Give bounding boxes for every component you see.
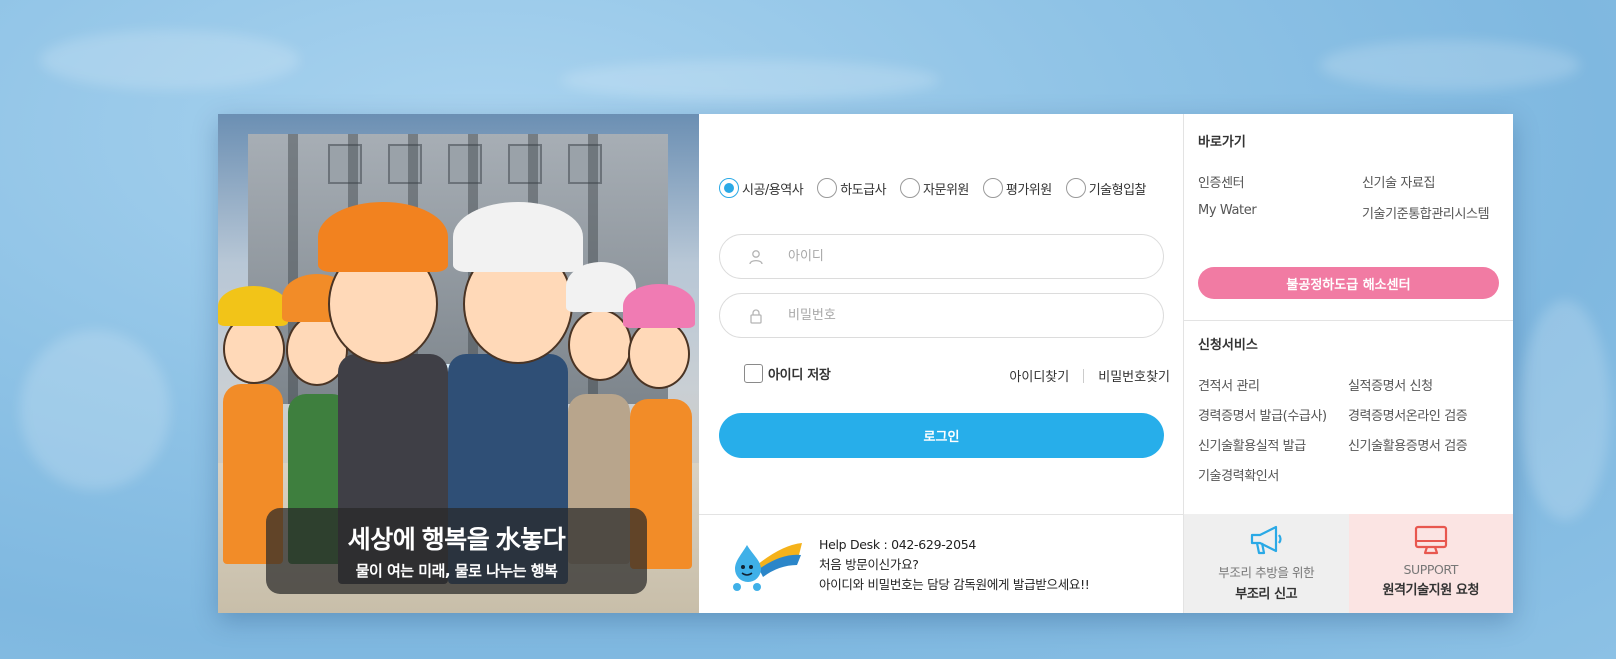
find-id-link[interactable]: 아이디찾기 — [1009, 366, 1069, 385]
side-panel: 바로가기 인증센터 신기술 자료집 My Water 기술기준통합관리시스템 불… — [1184, 114, 1513, 613]
link-performance-cert-request[interactable]: 실적증명서 신청 — [1348, 375, 1433, 394]
link-new-tech-cert-verify[interactable]: 신기술활용증명서 검증 — [1348, 435, 1468, 454]
radio-dot-icon — [1065, 178, 1086, 198]
divider — [1083, 368, 1085, 383]
radio-evaluator[interactable]: 평가위원 — [982, 178, 1052, 198]
radio-label: 자문위원 — [923, 182, 969, 198]
link-my-water[interactable]: My Water — [1198, 203, 1257, 218]
corruption-report-label: 부조리 신고 — [1235, 587, 1298, 602]
divider — [1184, 320, 1513, 321]
radio-dot-icon — [817, 178, 838, 198]
save-id-label: 아이디 저장 — [768, 368, 831, 383]
radio-label: 하도급사 — [840, 182, 887, 198]
megaphone-icon — [1251, 525, 1282, 555]
link-new-tech-data[interactable]: 신기술 자료집 — [1362, 172, 1435, 191]
helpdesk-section: Help Desk : 042-629-2054 처음 방문이신가요? 아이디와… — [699, 514, 1184, 613]
radio-label: 기술형입찰 — [1088, 182, 1147, 198]
password-field[interactable] — [719, 293, 1164, 338]
link-career-cert-verify[interactable]: 경력증명서온라인 검증 — [1348, 405, 1468, 424]
monitor-icon — [1414, 525, 1447, 555]
radio-dot-icon — [982, 178, 1003, 198]
user-type-selector: 시공/용역사 하도급사 자문위원 평가위원 기술형입찰 — [719, 178, 1160, 198]
radio-subcontractor[interactable]: 하도급사 — [817, 178, 887, 198]
radio-dot-icon — [900, 178, 921, 198]
link-new-tech-performance-issue[interactable]: 신기술활용실적 발급 — [1198, 435, 1306, 454]
id-input[interactable] — [788, 249, 1148, 264]
checkbox-icon — [744, 364, 763, 383]
hero-caption: 세상에 행복을 水놓다 물이 여는 미래, 물로 나누는 행복 — [266, 508, 647, 594]
user-icon — [749, 249, 763, 264]
corruption-report-button[interactable]: 부조리 추방을 위한 부조리 신고 — [1184, 514, 1349, 613]
link-cert-center[interactable]: 인증센터 — [1198, 172, 1245, 191]
radio-advisor[interactable]: 자문위원 — [900, 178, 969, 198]
radio-dot-icon — [719, 178, 739, 198]
link-career-cert-issue[interactable]: 경력증명서 발급(수급사) — [1198, 405, 1327, 424]
unfair-subcontract-center-button[interactable]: 불공정하도급 해소센터 — [1198, 267, 1499, 299]
lock-icon — [750, 308, 762, 324]
helpdesk-text: Help Desk : 042-629-2054 처음 방문이신가요? 아이디와… — [819, 535, 1090, 595]
password-input[interactable] — [788, 308, 1148, 323]
water-mascot-icon — [733, 543, 802, 591]
id-field[interactable] — [719, 234, 1164, 279]
hero-subtitle: 물이 여는 미래, 물로 나누는 행복 — [355, 562, 558, 580]
radio-tech-bid[interactable]: 기술형입찰 — [1065, 178, 1147, 198]
link-tech-career-confirmation[interactable]: 기술경력확인서 — [1198, 465, 1279, 484]
login-button[interactable]: 로그인 — [719, 413, 1164, 458]
helpdesk-note: 아이디와 비밀번호는 담당 감독원에게 발급받으세요!! — [819, 577, 1090, 592]
remote-support-label: 원격기술지원 요청 — [1382, 583, 1480, 598]
hero-illustration: 세상에 행복을 水놓다 물이 여는 미래, 물로 나누는 행복 — [218, 114, 699, 613]
services-title: 신청서비스 — [1198, 338, 1258, 353]
corruption-report-sub: 부조리 추방을 위한 — [1218, 565, 1315, 580]
remote-support-sub: SUPPORT — [1403, 562, 1459, 577]
hero-title: 세상에 행복을 水놓다 — [347, 526, 566, 554]
save-id-checkbox[interactable]: 아이디 저장 — [744, 364, 831, 383]
link-tech-standards-system[interactable]: 기술기준통합관리시스템 — [1362, 203, 1490, 222]
radio-contractor[interactable]: 시공/용역사 — [719, 178, 804, 198]
helpdesk-phone: Help Desk : 042-629-2054 — [819, 537, 977, 552]
find-password-link[interactable]: 비밀번호찾기 — [1098, 366, 1170, 385]
link-estimate-management[interactable]: 견적서 관리 — [1198, 375, 1260, 394]
remote-support-button[interactable]: SUPPORT 원격기술지원 요청 — [1348, 514, 1513, 613]
login-card: 세상에 행복을 水놓다 물이 여는 미래, 물로 나누는 행복 시공/용역사 하… — [218, 114, 1513, 613]
find-links: 아이디찾기 비밀번호찾기 — [1009, 366, 1170, 385]
helpdesk-question: 처음 방문이신가요? — [819, 557, 919, 572]
shortcuts-title: 바로가기 — [1198, 135, 1246, 150]
bottom-buttons: 부조리 추방을 위한 부조리 신고 SUPPORT 원격기술지원 요청 — [1184, 514, 1513, 613]
radio-label: 평가위원 — [1005, 182, 1052, 198]
login-panel: 시공/용역사 하도급사 자문위원 평가위원 기술형입찰 아이디 아이디 저장 아… — [699, 114, 1184, 613]
radio-label: 시공/용역사 — [742, 182, 804, 198]
